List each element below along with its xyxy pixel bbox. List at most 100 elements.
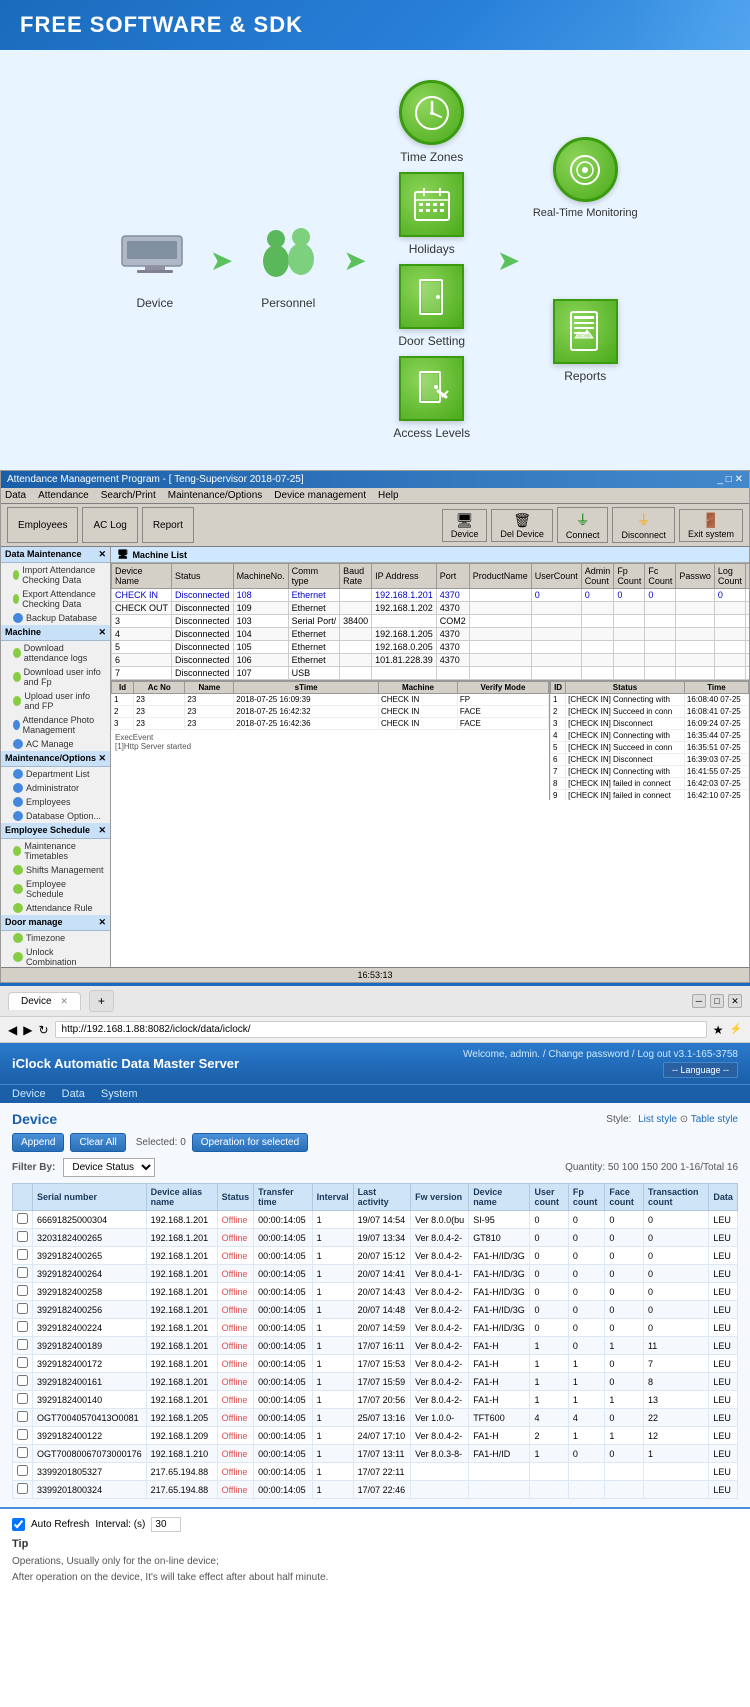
- sidebar-import[interactable]: Import Attendance Checking Data: [1, 563, 110, 587]
- sidebar-download-logs[interactable]: Download attendance logs: [1, 641, 110, 665]
- tab-employees[interactable]: Employees: [7, 507, 78, 543]
- th-fc: Fc Count: [645, 564, 676, 589]
- browser-tab[interactable]: Device ✕: [8, 992, 81, 1010]
- th-admin: Admin Count: [581, 564, 614, 589]
- btn-disconnect[interactable]: ⏚Disconnect: [612, 507, 675, 543]
- url-input[interactable]: http://192.168.1.88:8082/iclock/data/icl…: [55, 1021, 707, 1038]
- sidebar-db[interactable]: Database Option...: [1, 809, 110, 823]
- sw-main: Data Maintenance✕ Import Attendance Chec…: [1, 547, 749, 967]
- sidebar-employees[interactable]: Employees: [1, 795, 110, 809]
- row-checkbox[interactable]: [17, 1447, 28, 1458]
- back-btn[interactable]: ◀: [8, 1023, 17, 1037]
- sidebar-shifts[interactable]: Shifts Management: [1, 863, 110, 877]
- row-checkbox[interactable]: [17, 1411, 28, 1422]
- row-checkbox[interactable]: [17, 1483, 28, 1494]
- nav-data[interactable]: Data: [62, 1088, 85, 1100]
- timezones-icon: [399, 80, 464, 145]
- software-window: Attendance Management Program - [ Teng-S…: [0, 470, 750, 983]
- row-checkbox[interactable]: [17, 1249, 28, 1260]
- btn-del-device[interactable]: 🗑Del Device: [491, 509, 553, 542]
- sidebar-backup[interactable]: Backup Database: [1, 611, 110, 625]
- tab-report[interactable]: Report: [142, 507, 194, 543]
- machine-table-container[interactable]: Device Name Status MachineNo. Comm type …: [111, 563, 749, 680]
- web-table-row: 3399201800324217.65.194.88Offline00:00:1…: [13, 1481, 738, 1499]
- row-checkbox[interactable]: [17, 1465, 28, 1476]
- diagram-personnel: Personnel: [238, 211, 338, 310]
- sidebar-upload-user[interactable]: Upload user info and FP: [1, 689, 110, 713]
- device-section-header: Device Style: List style ⊙ Table style: [12, 1111, 738, 1127]
- web-table-row: 3929182400224192.168.1.201Offline00:00:1…: [13, 1319, 738, 1337]
- btn-connect[interactable]: ⏚Connect: [557, 507, 609, 543]
- window-controls: ─ □ ✕: [692, 994, 742, 1008]
- language-btn[interactable]: -- Language --: [663, 1062, 738, 1078]
- row-checkbox[interactable]: [17, 1339, 28, 1350]
- row-checkbox[interactable]: [17, 1375, 28, 1386]
- maximize-btn[interactable]: □: [710, 994, 724, 1008]
- clear-all-btn[interactable]: Clear All: [70, 1133, 125, 1152]
- list-style-btn[interactable]: List style: [638, 1114, 677, 1125]
- row-checkbox[interactable]: [17, 1213, 28, 1224]
- tab-aclog[interactable]: AC Log: [82, 507, 137, 543]
- log-row: 123232018-07-25 16:09:39CHECK INFP: [112, 694, 549, 706]
- nav-system[interactable]: System: [101, 1088, 138, 1100]
- sidebar-dept[interactable]: Department List: [1, 767, 110, 781]
- row-checkbox[interactable]: [17, 1393, 28, 1404]
- refresh-btn[interactable]: ↻: [38, 1023, 48, 1037]
- sidebar-ac[interactable]: AC Manage: [1, 737, 110, 751]
- forward-btn[interactable]: ▶: [23, 1023, 32, 1037]
- row-checkbox[interactable]: [17, 1321, 28, 1332]
- row-checkbox[interactable]: [17, 1267, 28, 1278]
- row-checkbox[interactable]: [17, 1303, 28, 1314]
- minimize-btn[interactable]: ─: [692, 994, 706, 1008]
- device-section-title: Device: [12, 1111, 57, 1127]
- holidays-icon: [399, 172, 464, 237]
- sidebar-timezone[interactable]: Timezone: [1, 931, 110, 945]
- sidebar-export[interactable]: Export Attendance Checking Data: [1, 587, 110, 611]
- sidebar-rule[interactable]: Attendance Rule: [1, 901, 110, 915]
- menu-search[interactable]: Search/Print: [101, 490, 156, 501]
- btn-exit[interactable]: 🚪Exit system: [679, 509, 743, 542]
- table-style-btn[interactable]: Table style: [691, 1114, 738, 1125]
- operation-btn[interactable]: Operation for selected: [192, 1133, 308, 1152]
- row-checkbox[interactable]: [17, 1285, 28, 1296]
- nav-device[interactable]: Device: [12, 1088, 46, 1100]
- menu-data[interactable]: Data: [5, 490, 26, 501]
- sidebar-download-user[interactable]: Download user info and Fp: [1, 665, 110, 689]
- new-tab-btn[interactable]: +: [89, 990, 114, 1012]
- sidebar-timetable[interactable]: Maintenance Timetables: [1, 839, 110, 863]
- status-scroll[interactable]: ID Status Time 1[CHECK IN] Connecting wi…: [550, 681, 749, 800]
- tab-close-btn[interactable]: ✕: [60, 996, 68, 1006]
- menu-help[interactable]: Help: [378, 490, 399, 501]
- th-machineno: MachineNo.: [233, 564, 288, 589]
- interval-input[interactable]: 30: [151, 1517, 181, 1532]
- btn-device[interactable]: 🖥Device: [442, 509, 488, 542]
- tip-title: Tip: [12, 1538, 738, 1550]
- web-table-row: 3929182400258192.168.1.201Offline00:00:1…: [13, 1283, 738, 1301]
- machine-list-header: 🖥 Machine List: [111, 547, 749, 563]
- sidebar-header-data: Data Maintenance✕: [1, 547, 110, 563]
- auto-refresh-checkbox[interactable]: [12, 1518, 25, 1531]
- row-checkbox[interactable]: [17, 1429, 28, 1440]
- style-label: Style:: [606, 1114, 631, 1125]
- log-scroll[interactable]: Id Ac No Name sTime Machine Verify Mode …: [111, 681, 549, 800]
- menu-device[interactable]: Device management: [274, 490, 366, 501]
- menu-attendance[interactable]: Attendance: [38, 490, 89, 501]
- th-status: Status: [172, 564, 234, 589]
- bookmark-btn[interactable]: ★: [713, 1023, 724, 1037]
- user-info: Welcome, admin. / Change password / Log …: [463, 1049, 738, 1060]
- sidebar-unlock[interactable]: Unlock Combination: [1, 945, 110, 967]
- sidebar-photo[interactable]: Attendance Photo Management: [1, 713, 110, 737]
- menu-maintenance[interactable]: Maintenance/Options: [168, 490, 263, 501]
- filter-select[interactable]: Device Status: [63, 1158, 155, 1177]
- sidebar-emp-sched[interactable]: Employee Schedule: [1, 877, 110, 901]
- device-table-container[interactable]: Serial numberDevice alias nameStatusTran…: [12, 1183, 738, 1499]
- web-table-row: 66691825000304192.168.1.201Offline00:00:…: [13, 1211, 738, 1229]
- close-btn[interactable]: ✕: [728, 994, 742, 1008]
- sw-status-log: ID Status Time 1[CHECK IN] Connecting wi…: [549, 681, 749, 800]
- sidebar-admin[interactable]: Administrator: [1, 781, 110, 795]
- status-row: 6[CHECK IN] Disconnect16:39:03 07-25: [551, 754, 749, 766]
- row-checkbox[interactable]: [17, 1231, 28, 1242]
- row-checkbox[interactable]: [17, 1357, 28, 1368]
- realtime-label: Real-Time Monitoring: [533, 207, 638, 219]
- append-btn[interactable]: Append: [12, 1133, 64, 1152]
